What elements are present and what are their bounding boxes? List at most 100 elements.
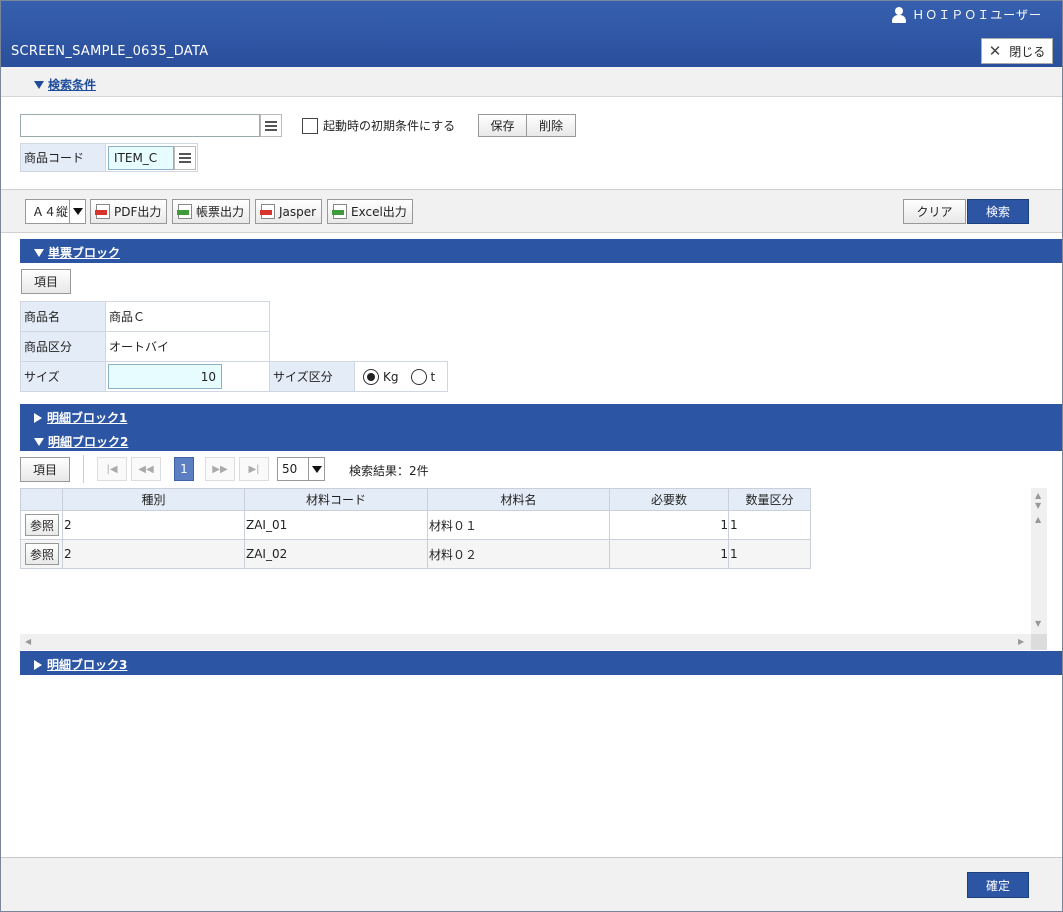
ref-col-header [20,488,63,511]
scroll-down-icon[interactable]: ▼ [1035,620,1041,628]
detail-block3-toggle[interactable]: 明細ブロック3 [34,656,127,673]
qty-cell: 1 [609,510,729,540]
excel-output-button[interactable]: Excel出力 [327,199,413,224]
save-button[interactable]: 保存 [478,114,527,137]
scroll-left-icon[interactable]: ◀ [25,638,31,646]
initial-condition-checkbox[interactable] [302,117,318,134]
unit-cell: 1 [728,539,811,569]
prev-page-button[interactable]: ◀◀ [131,457,161,481]
last-page-icon: ▶| [248,463,260,475]
product-code-label: 商品コード [20,143,106,172]
size-unit-label: サイズ区分 [269,361,355,392]
footer-bar: 確定 [1,857,1062,911]
paper-size-value: Ａ４縦 [32,205,69,219]
delete-button[interactable]: 削除 [526,114,576,137]
radio-selected-dot [367,372,375,381]
column-header: 種別 [62,488,245,511]
product-category-label: 商品区分 [20,331,106,362]
app-window: ＨＯＩＰＯＩユーザー SCREEN_SAMPLE_0635_DATA ✕ 閉じる… [0,0,1063,912]
detail-block1-header: 明細ブロック1 [20,404,1062,428]
scroll-corner [1031,634,1047,650]
expand-right-icon [34,660,42,670]
scroll-down-icon[interactable]: ▼ [1035,502,1041,510]
material-table: 種別 材料コード 材料名 必要数 数量区分 参照 2 ZAI_01 材料０１ 1… [20,488,811,569]
clear-button[interactable]: クリア [903,199,966,224]
horizontal-scrollbar[interactable]: ◀ ▶ [20,634,1031,650]
confirm-button[interactable]: 確定 [967,872,1029,898]
radio-kg-label: Kg [383,369,399,384]
condition-list-button[interactable] [260,114,282,137]
product-name-value: 商品Ｃ [105,301,270,332]
current-page-indicator[interactable]: 1 [174,457,194,481]
page-size-select[interactable]: 50 [277,457,325,481]
detail-item-button[interactable]: 項目 [20,457,70,482]
single-item-button[interactable]: 項目 [21,269,71,294]
code-cell: ZAI_01 [244,510,428,540]
column-header: 必要数 [609,488,729,511]
report-output-button[interactable]: 帳票出力 [172,199,251,224]
table-row: 参照 2 ZAI_02 材料０２ 1 1 [20,539,811,569]
collapse-down-icon [34,438,44,446]
radio-kg[interactable] [363,368,379,385]
type-cell: 2 [62,510,245,540]
jasper-output-button[interactable]: Jasper [255,199,323,224]
ref-button[interactable]: 参照 [25,543,59,565]
ref-cell: 参照 [20,510,63,540]
qty-cell: 1 [609,539,729,569]
collapse-down-icon [34,249,44,257]
collapse-down-icon [34,81,44,89]
single-block-toggle[interactable]: 単票ブロック [34,244,120,261]
search-button[interactable]: 検索 [967,199,1029,224]
radio-t[interactable] [410,368,427,385]
column-header: 材料コード [244,488,428,511]
screen-title: SCREEN_SAMPLE_0635_DATA [11,44,209,59]
dropdown-arrow-icon [308,458,324,480]
first-page-button[interactable]: |◀ [97,457,127,481]
pager-divider [83,455,84,483]
ref-cell: 参照 [20,539,63,569]
close-label: 閉じる [1009,44,1046,59]
excel-file-icon [332,204,347,219]
saved-condition-input[interactable] [20,114,260,137]
detail-block1-toggle[interactable]: 明細ブロック1 [34,409,127,426]
column-header: 数量区分 [728,488,811,511]
product-code-list-button[interactable] [174,146,196,170]
ref-button[interactable]: 参照 [25,514,59,536]
user-name: ＨＯＩＰＯＩユーザー [912,8,1042,22]
search-section-toggle[interactable]: 検索条件 [34,76,96,93]
table-header-row: 種別 材料コード 材料名 必要数 数量区分 [20,488,811,511]
paper-size-select[interactable]: Ａ４縦 [25,199,86,224]
size-unit-radio-group: Kg t [354,361,448,392]
size-input[interactable]: 10 [108,364,222,389]
name-cell: 材料０１ [427,510,610,540]
next-page-icon: ▶▶ [212,463,228,475]
table-row: 参照 2 ZAI_01 材料０１ 1 1 [20,510,811,540]
detail-block2-toggle[interactable]: 明細ブロック2 [34,433,128,450]
search-result-count: 検索結果：2件 [349,464,429,478]
last-page-button[interactable]: ▶| [239,457,269,481]
report-file-icon [177,204,192,219]
name-cell: 材料０２ [427,539,610,569]
close-button[interactable]: ✕ 閉じる [981,38,1053,64]
initial-condition-label: 起動時の初期条件にする [323,119,456,133]
page-size-value: 50 [282,462,298,476]
header-bar: ＨＯＩＰＯＩユーザー SCREEN_SAMPLE_0635_DATA ✕ 閉じる [1,1,1062,67]
column-header: 材料名 [427,488,610,511]
pdf-file-icon [260,204,275,219]
product-name-label: 商品名 [20,301,106,332]
next-page-button[interactable]: ▶▶ [205,457,235,481]
unit-cell: 1 [728,510,811,540]
pdf-output-button[interactable]: PDF出力 [90,199,168,224]
initial-condition-checkbox-wrap[interactable]: 起動時の初期条件にする [302,117,455,134]
close-icon: ✕ [988,42,1002,60]
action-toolbar: Ａ４縦 PDF出力 帳票出力 Jasper Excel出力 クリア 検索 [1,189,1062,233]
code-cell: ZAI_02 [244,539,428,569]
vertical-scrollbar[interactable]: ▲ ▼ ▲ ▼ [1031,488,1047,634]
dropdown-arrow-icon [69,200,85,223]
prev-page-icon: ◀◀ [138,463,154,475]
scroll-up-icon[interactable]: ▲ [1035,516,1041,524]
scroll-up-icon[interactable]: ▲ [1035,492,1041,500]
expand-right-icon [34,413,42,423]
scroll-right-icon[interactable]: ▶ [1018,638,1024,646]
product-code-input[interactable]: ITEM_C [108,146,174,170]
